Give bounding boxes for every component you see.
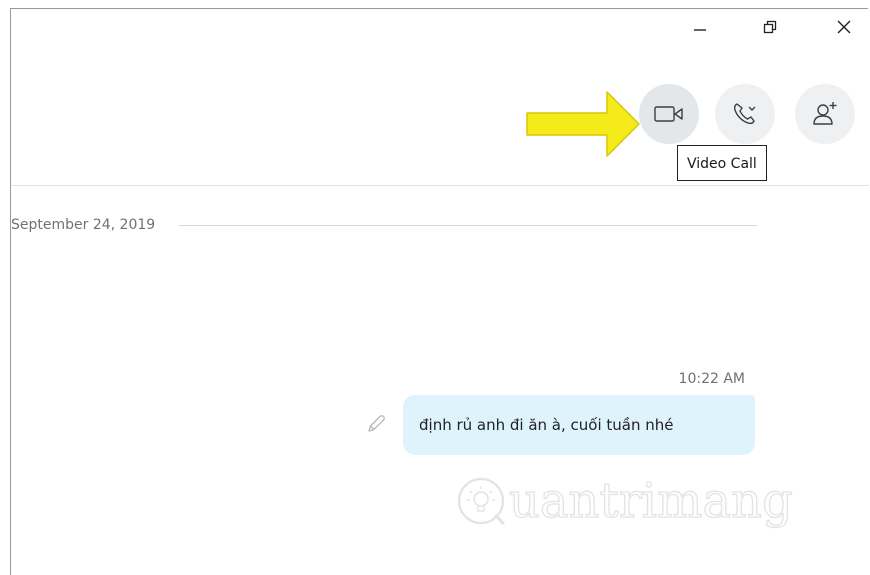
message-text: định rủ anh đi ăn à, cuối tuần nhé <box>419 416 674 434</box>
restore-icon <box>763 20 777 34</box>
phone-dropdown-icon <box>733 103 756 125</box>
minimize-button[interactable] <box>677 9 723 45</box>
audio-call-button[interactable] <box>715 84 775 144</box>
date-separator: September 24, 2019 <box>11 214 757 236</box>
restore-button[interactable] <box>747 9 793 45</box>
watermark-text: uantrimang <box>508 473 793 529</box>
chat-window: Video Call September 24, 2019 10:22 AM đ… <box>10 8 869 575</box>
watermark-logo-icon <box>457 477 506 526</box>
date-separator-line <box>179 224 757 226</box>
header-divider <box>11 185 869 186</box>
video-camera-icon <box>654 106 683 122</box>
close-button[interactable] <box>821 9 867 45</box>
watermark: uantrimang <box>455 475 793 527</box>
date-separator-label: September 24, 2019 <box>11 217 156 233</box>
highlight-arrow-icon <box>526 91 640 157</box>
minimize-icon <box>694 29 706 31</box>
video-call-button[interactable] <box>639 84 699 144</box>
video-call-tooltip: Video Call <box>677 145 767 181</box>
message-bubble[interactable]: định rủ anh đi ăn à, cuối tuần nhé <box>403 395 755 455</box>
add-person-icon <box>813 102 837 125</box>
message-timestamp: 10:22 AM <box>678 371 745 387</box>
add-people-button[interactable] <box>795 84 855 144</box>
close-icon <box>837 20 851 34</box>
edit-pencil-icon[interactable] <box>365 413 387 435</box>
